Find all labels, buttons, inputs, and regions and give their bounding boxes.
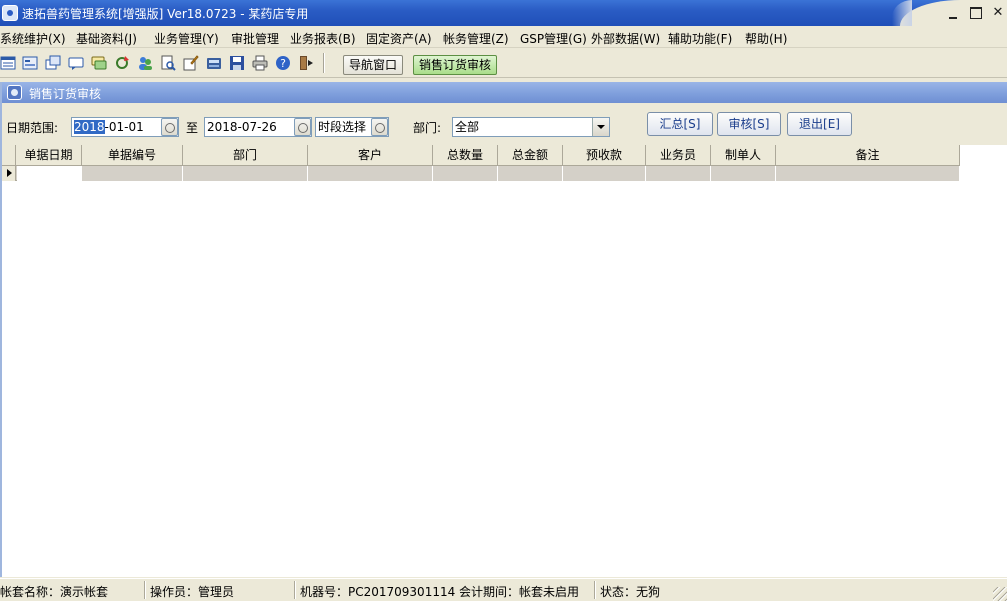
col-doc-number[interactable]: 单据编号 (82, 145, 183, 166)
order-audit-window: 销售订货审核 日期范围: 2018-01-01 至 2018-07-26 时段选… (0, 82, 1007, 577)
app-icon (2, 5, 18, 21)
list-icon[interactable] (0, 55, 16, 71)
exit-icon[interactable] (298, 55, 314, 71)
menu-system[interactable]: 系统维护(X) (0, 30, 66, 47)
status-separator (144, 581, 146, 599)
minimize-button[interactable] (946, 6, 960, 20)
table-cell[interactable] (776, 166, 960, 181)
menu-tools[interactable]: 辅助功能(F) (668, 30, 732, 47)
col-salesperson[interactable]: 业务员 (646, 145, 711, 166)
maximize-button[interactable] (969, 6, 983, 20)
table-cell[interactable] (433, 166, 498, 181)
users-icon[interactable] (137, 55, 153, 71)
menu-gsp[interactable]: GSP管理(G) (520, 30, 587, 47)
table-cell[interactable] (711, 166, 776, 181)
col-department[interactable]: 部门 (183, 145, 308, 166)
window-icon (7, 85, 22, 100)
table-cell[interactable] (646, 166, 711, 181)
period-select-button[interactable] (371, 118, 388, 136)
resize-grip-icon[interactable] (993, 587, 1007, 601)
row-pointer-icon (2, 166, 16, 181)
table-cell[interactable] (308, 166, 433, 181)
table-cell[interactable] (183, 166, 308, 181)
table-cell[interactable] (82, 166, 183, 181)
menu-external-data[interactable]: 外部数据(W) (591, 30, 660, 47)
menu-fixed-assets[interactable]: 固定资产(A) (366, 30, 432, 47)
end-date-picker-button[interactable] (294, 118, 311, 136)
grid-corner (2, 145, 16, 166)
message-icon[interactable] (68, 55, 84, 71)
col-doc-date[interactable]: 单据日期 (16, 145, 82, 166)
start-date-picker-button[interactable] (161, 118, 178, 136)
status-operator: 操作员：管理员 (150, 585, 235, 599)
table-row[interactable] (2, 166, 960, 181)
summary-button[interactable]: 汇总[S] (647, 112, 713, 136)
menu-approval[interactable]: 审批管理 (231, 30, 279, 47)
col-remarks[interactable]: 备注 (776, 145, 960, 166)
menu-accounts[interactable]: 帐务管理(Z) (443, 30, 509, 47)
table-cell[interactable] (563, 166, 646, 181)
col-creator[interactable]: 制单人 (711, 145, 776, 166)
status-state: 状态：无狗 (600, 585, 661, 599)
start-date-year: 2018 (74, 120, 105, 134)
menu-basic-data[interactable]: 基础资料(J) (76, 30, 137, 47)
status-separator (594, 581, 596, 599)
table-cell[interactable] (498, 166, 563, 181)
order-audit-tab-button[interactable]: 销售订货审核 (413, 55, 497, 75)
table-cell[interactable] (17, 166, 82, 181)
col-total-qty[interactable]: 总数量 (433, 145, 498, 166)
grid-header: 单据日期 单据编号 部门 客户 总数量 总金额 预收款 业务员 制单人 备注 (2, 145, 960, 166)
status-account: 帐套名称：演示帐套 (0, 585, 109, 599)
print-icon[interactable] (252, 55, 268, 71)
col-customer[interactable]: 客户 (308, 145, 433, 166)
toolbar-separator (323, 53, 325, 73)
child-window-title: 销售订货审核 (29, 87, 102, 101)
col-total-amount[interactable]: 总金额 (498, 145, 563, 166)
dept-label: 部门: (413, 121, 442, 135)
chat-icon[interactable] (91, 55, 107, 71)
dept-dropdown[interactable]: 全部 (452, 117, 610, 137)
menu-bar: 系统维护(X) 基础资料(J) 业务管理(Y) 审批管理 业务报表(B) 固定资… (0, 26, 1007, 48)
close-button[interactable]: ✕ (991, 6, 1005, 20)
audit-button[interactable]: 审核[S] (717, 112, 781, 136)
save-icon[interactable] (229, 55, 245, 71)
print-preview-icon[interactable] (160, 55, 176, 71)
filter-bar: 日期范围: 2018-01-01 至 2018-07-26 时段选择 部门: 全… (2, 103, 1007, 145)
menu-business[interactable]: 业务管理(Y) (154, 30, 219, 47)
windows-icon[interactable] (45, 55, 61, 71)
status-bar: 帐套名称：演示帐套 操作员：管理员 机器号：PC201709301114 会计期… (0, 578, 1007, 601)
menu-reports[interactable]: 业务报表(B) (290, 30, 356, 47)
title-bar: 速拓兽药管理系统[增强版] Ver18.0723 - 某药店专用 ✕ (0, 0, 1007, 26)
status-separator (294, 581, 296, 599)
edit-icon[interactable] (183, 55, 199, 71)
status-machine: 机器号：PC201709301114 会计期间：帐套未启用 (300, 585, 580, 599)
toolbar: ? 导航窗口 销售订货审核 (0, 49, 1007, 78)
help-icon[interactable]: ? (275, 55, 291, 71)
refresh-icon[interactable] (114, 55, 130, 71)
child-title-bar: 销售订货审核 (2, 82, 1007, 103)
exit-button[interactable]: 退出[E] (787, 112, 852, 136)
form-icon[interactable] (22, 55, 38, 71)
calculator-icon[interactable] (206, 55, 222, 71)
nav-window-button[interactable]: 导航窗口 (343, 55, 403, 75)
col-prepayment[interactable]: 预收款 (563, 145, 646, 166)
app-window: 速拓兽药管理系统[增强版] Ver18.0723 - 某药店专用 ✕ 系统维护(… (0, 0, 1007, 601)
dept-dropdown-arrow[interactable] (592, 118, 609, 136)
svg-text:?: ? (280, 57, 286, 70)
window-title: 速拓兽药管理系统[增强版] Ver18.0723 - 某药店专用 (22, 7, 309, 21)
date-range-label: 日期范围: (6, 121, 59, 135)
menu-help[interactable]: 帮助(H) (745, 30, 787, 47)
to-label: 至 (186, 121, 199, 135)
start-date-rest: -01-01 (104, 120, 144, 134)
